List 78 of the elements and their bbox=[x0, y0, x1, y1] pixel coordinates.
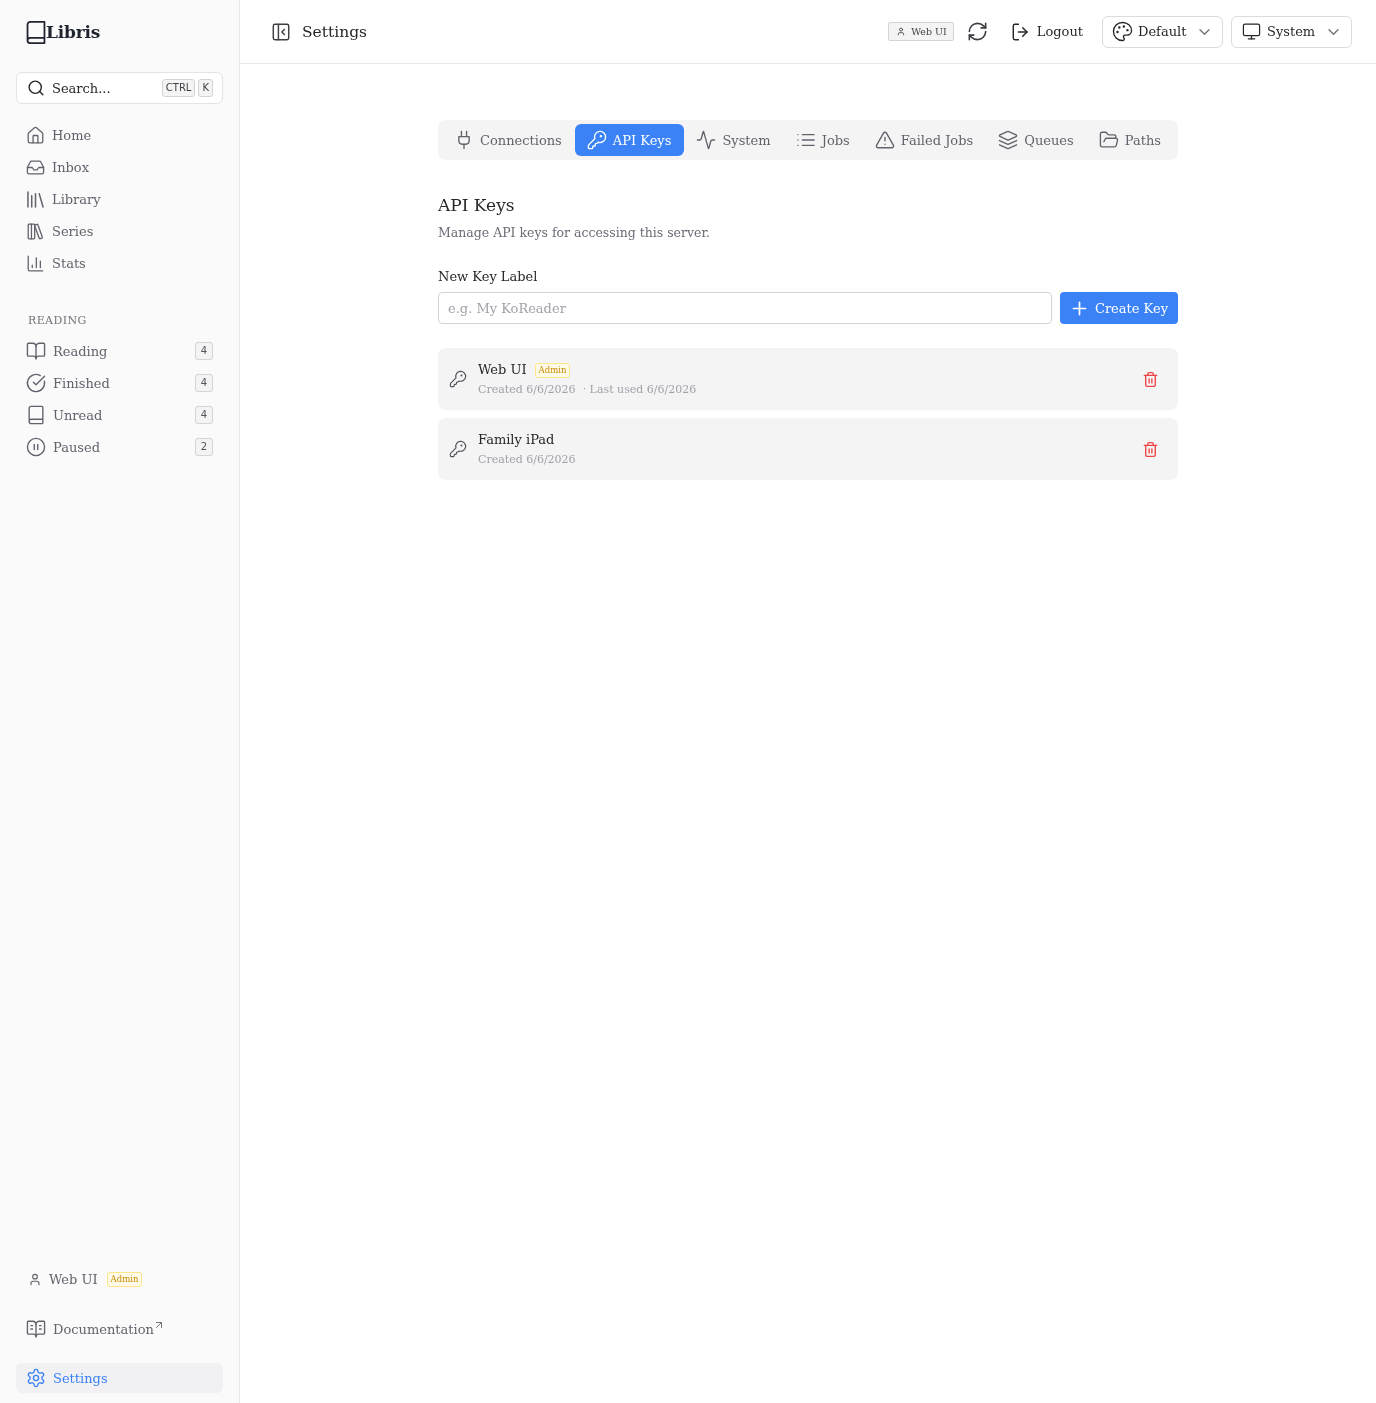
monitor-icon bbox=[1242, 23, 1261, 40]
pause-circle-icon bbox=[27, 438, 45, 456]
settings-tab[interactable]: Queues bbox=[986, 124, 1087, 156]
nav-item[interactable]: Library bbox=[16, 183, 223, 215]
palette-icon bbox=[1113, 22, 1132, 41]
panel-toggle-icon bbox=[272, 22, 290, 41]
role-badge: Admin bbox=[534, 362, 571, 378]
nav-item[interactable]: Home bbox=[16, 119, 223, 151]
chevron-down-icon bbox=[1328, 28, 1339, 35]
user-icon bbox=[29, 1272, 41, 1286]
refresh-icon bbox=[968, 22, 988, 41]
key-icon bbox=[450, 441, 466, 457]
logout-icon bbox=[1011, 22, 1030, 41]
key-created-date: Created 6/6/2026 bbox=[478, 382, 576, 398]
item-count: 4 bbox=[195, 342, 213, 360]
layers-icon bbox=[999, 131, 1018, 149]
keyboard-key: K bbox=[198, 79, 213, 97]
page-title: Settings bbox=[302, 22, 368, 41]
library-icon bbox=[27, 190, 44, 208]
activity-icon bbox=[697, 131, 716, 149]
search-field[interactable]: Search... CTRL K bbox=[16, 72, 223, 104]
field-label: New Key Label bbox=[438, 268, 539, 286]
user-name: Web UI bbox=[911, 26, 947, 37]
create-key-button[interactable]: Create Key bbox=[1059, 292, 1178, 324]
role-badge: Admin bbox=[106, 1271, 143, 1287]
logout-button[interactable]: Logout bbox=[1005, 15, 1089, 48]
settings-tab[interactable]: Connections bbox=[442, 124, 575, 156]
search-icon bbox=[28, 80, 44, 96]
key-icon bbox=[450, 371, 466, 387]
chevron-down-icon bbox=[1199, 28, 1210, 35]
item-count: 4 bbox=[195, 374, 213, 392]
settings-tab[interactable]: Paths bbox=[1086, 124, 1175, 156]
trash-icon bbox=[1143, 371, 1157, 387]
book-icon bbox=[27, 406, 45, 424]
key-last-used: · Last used 6/6/2026 bbox=[582, 382, 697, 398]
nav-item[interactable]: Reading 4 bbox=[16, 335, 223, 367]
keyboard-key: CTRL bbox=[161, 79, 196, 97]
check-circle-icon bbox=[27, 374, 45, 392]
section-heading: READING bbox=[28, 313, 88, 329]
settings-tab[interactable]: System bbox=[684, 124, 784, 156]
nav-item[interactable]: Documentation bbox=[16, 1314, 223, 1344]
home-icon bbox=[27, 126, 44, 144]
list-icon bbox=[796, 131, 815, 149]
plus-icon bbox=[1072, 301, 1086, 315]
key-label-input[interactable]: e.g. My KoReader bbox=[438, 292, 1052, 324]
open-book-icon bbox=[27, 342, 45, 360]
inbox-icon bbox=[27, 158, 44, 176]
key-icon bbox=[587, 131, 606, 149]
books-icon bbox=[27, 222, 44, 240]
key-name: Web UI bbox=[478, 361, 527, 379]
nav-item[interactable]: Unread 4 bbox=[16, 399, 223, 431]
settings-tab[interactable]: Jobs bbox=[783, 124, 863, 156]
nav-item[interactable]: Finished 4 bbox=[16, 367, 223, 399]
bar-chart-icon bbox=[27, 254, 44, 272]
folder-icon bbox=[1099, 131, 1118, 149]
mode-select[interactable]: System bbox=[1231, 15, 1352, 48]
user-icon bbox=[897, 27, 906, 36]
key-name: Family iPad bbox=[478, 431, 555, 449]
app-name: Libris bbox=[46, 22, 101, 42]
nav-item[interactable]: Stats bbox=[16, 247, 223, 279]
theme-select[interactable]: Default bbox=[1102, 15, 1223, 48]
item-count: 2 bbox=[195, 438, 213, 456]
nav-item[interactable]: Settings bbox=[16, 1363, 223, 1393]
settings-icon bbox=[27, 1369, 45, 1387]
open-book-icon bbox=[27, 1320, 45, 1338]
nav-item[interactable]: Paused 2 bbox=[16, 431, 223, 463]
nav-item[interactable]: Series bbox=[16, 215, 223, 247]
trash-icon bbox=[1143, 441, 1157, 457]
section-title: API Keys bbox=[438, 194, 516, 217]
settings-tab[interactable]: API Keys bbox=[574, 124, 685, 156]
nav-item[interactable]: Inbox bbox=[16, 151, 223, 183]
settings-tab[interactable]: Failed Jobs bbox=[862, 124, 987, 156]
key-created-date: Created 6/6/2026 bbox=[478, 452, 576, 468]
section-description: Manage API keys for accessing this server. bbox=[438, 224, 711, 242]
logo-icon bbox=[27, 20, 45, 44]
warning-icon bbox=[875, 131, 894, 149]
item-count: 4 bbox=[195, 406, 213, 424]
user-name: Web UI bbox=[49, 1271, 98, 1287]
